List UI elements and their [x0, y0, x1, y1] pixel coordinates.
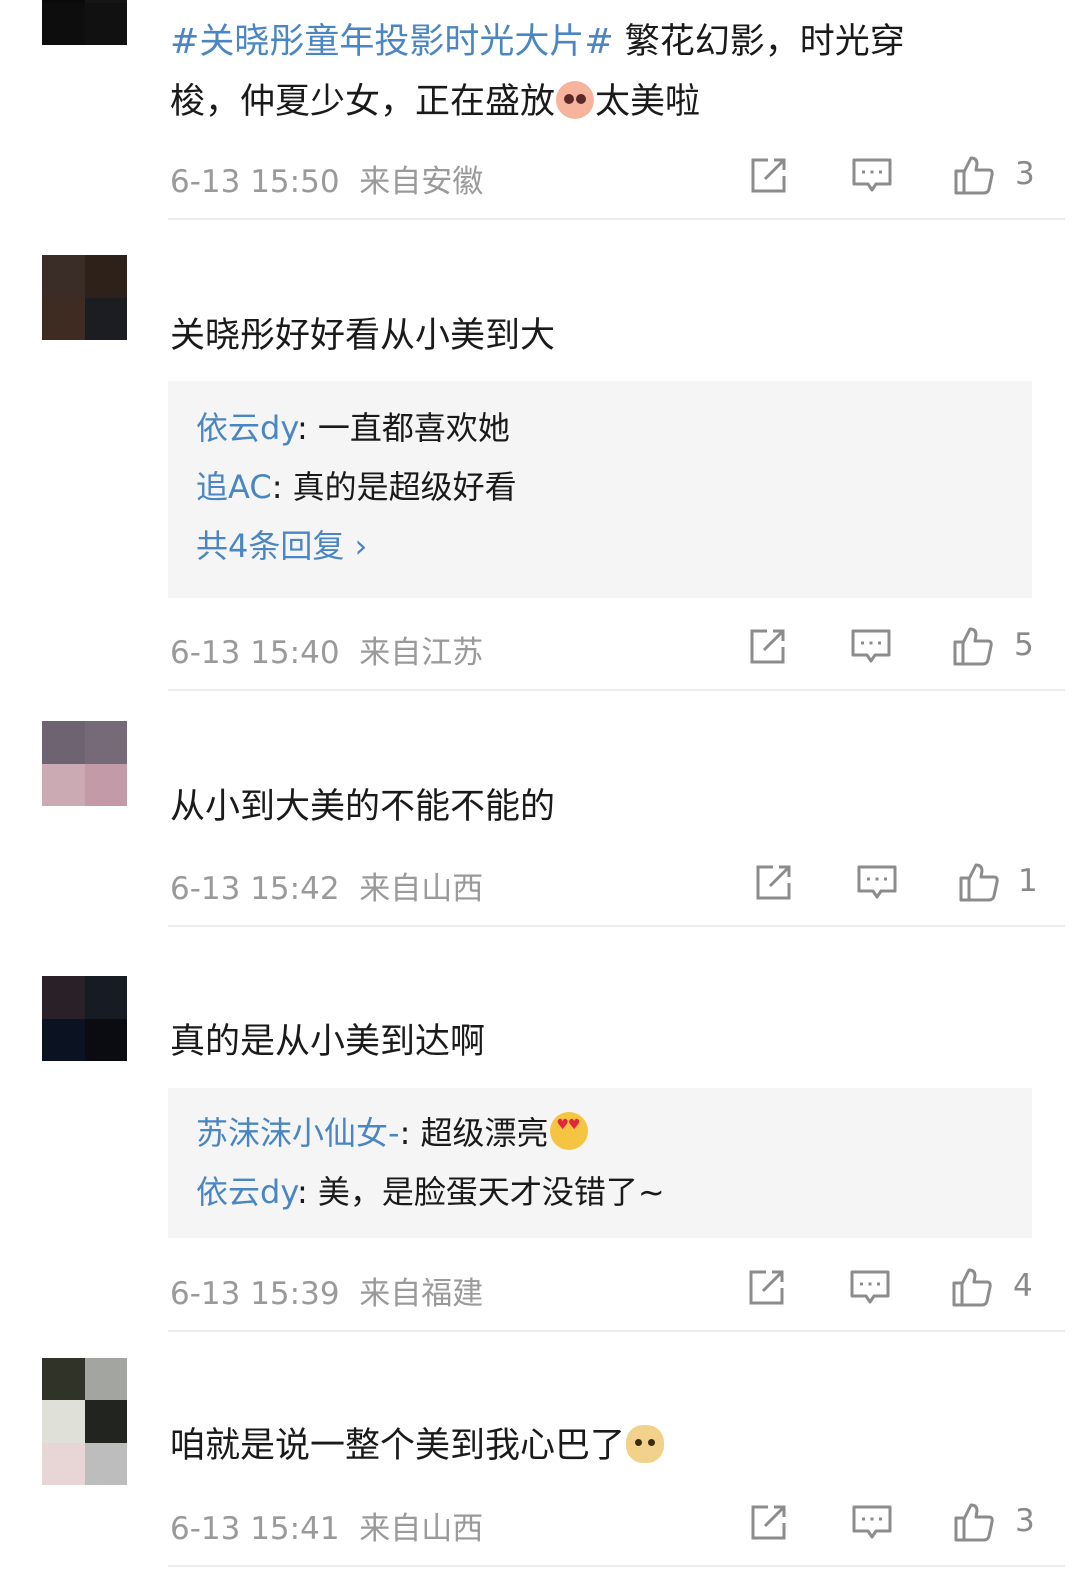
avatar[interactable] [42, 0, 127, 45]
emoji-icon [556, 81, 595, 119]
reply-item[interactable]: 追AC: 真的是超级好看 [196, 458, 1004, 517]
avatar[interactable] [42, 976, 127, 1061]
share-icon[interactable] [746, 1266, 788, 1308]
avatar-cell [84, 763, 127, 806]
avatar[interactable] [42, 721, 127, 806]
avatar-cell [42, 763, 85, 806]
avatar-cell [84, 1018, 127, 1061]
doge-emoji-icon [626, 1425, 665, 1463]
divider [168, 218, 1065, 220]
avatar[interactable] [42, 1358, 127, 1485]
comment-time: 6-13 15:42 来自山西 [170, 871, 484, 907]
avatar-cell [84, 255, 127, 298]
like-count: 4 [1013, 1268, 1033, 1304]
reply-username[interactable]: 依云dy [196, 409, 297, 447]
divider [168, 1330, 1065, 1332]
like-count: 3 [1015, 156, 1035, 192]
comment-text: #关晓彤童年投影时光大片# 繁花幻影，时光穿 梭，仲夏少女，正在盛放 太美啦 [170, 12, 1030, 132]
avatar-cell [84, 1442, 127, 1485]
comment-text: 关晓彤好好看从小美到大 [170, 316, 556, 356]
reply-text: : 超级漂亮 [399, 1114, 549, 1152]
reply-box[interactable]: 依云dy: 一直都喜欢她 追AC: 真的是超级好看 共4条回复 › [168, 381, 1032, 598]
divider [168, 689, 1065, 691]
comment-time: 6-13 15:40 来自江苏 [170, 635, 484, 671]
avatar-cell [42, 2, 85, 45]
comment-icon[interactable] [850, 625, 892, 667]
thumbs-up-icon[interactable] [953, 154, 995, 196]
avatar-cell [84, 1358, 127, 1401]
like-count: 3 [1015, 1503, 1035, 1539]
comment-time: 6-13 15:41 来自山西 [170, 1511, 484, 1547]
share-icon[interactable] [748, 1501, 790, 1543]
avatar-cell [42, 1400, 85, 1443]
reply-text: : 美，是脸蛋天才没错了~ [296, 1173, 665, 1211]
avatar-cell [84, 976, 127, 1019]
avatar-cell [84, 721, 127, 764]
thumbs-up-icon[interactable] [958, 861, 1000, 903]
comment-text: 从小到大美的不能不能的 [170, 787, 556, 827]
reply-username[interactable]: 苏沫沫小仙女- [196, 1114, 400, 1152]
comment-text: 真的是从小美到达啊 [170, 1022, 486, 1062]
avatar-cell [42, 1442, 85, 1485]
like-count: 1 [1018, 863, 1038, 899]
comment-time: 6-13 15:39 来自福建 [170, 1276, 484, 1312]
like-count: 5 [1014, 627, 1034, 663]
comment-meta: 6-13 15:40 来自江苏 5 [170, 621, 1034, 671]
avatar-cell [42, 1018, 85, 1061]
more-replies-link[interactable]: 共4条回复 › [196, 517, 1004, 576]
comment-text-part: 太美啦 [595, 82, 701, 122]
reply-username[interactable]: 追AC [196, 468, 272, 506]
avatar-cell [84, 297, 127, 340]
divider [168, 925, 1065, 927]
reply-item[interactable]: 依云dy: 美，是脸蛋天才没错了~ [196, 1163, 1004, 1222]
reply-item[interactable]: 依云dy: 一直都喜欢她 [196, 399, 1004, 458]
heart-eyes-emoji-icon [549, 1112, 588, 1150]
avatar-cell [42, 297, 85, 340]
comment-text-part: 繁花幻影，时光穿 [613, 22, 905, 62]
share-icon[interactable] [753, 861, 795, 903]
comment-icon[interactable] [851, 154, 893, 196]
thumbs-up-icon[interactable] [952, 625, 994, 667]
avatar-cell [84, 1400, 127, 1443]
comment-icon[interactable] [851, 1501, 893, 1543]
topic-link[interactable]: #关晓彤童年投影时光大片# [170, 22, 614, 62]
avatar[interactable] [42, 255, 127, 340]
reply-box[interactable]: 苏沫沫小仙女-: 超级漂亮 依云dy: 美，是脸蛋天才没错了~ [168, 1088, 1032, 1238]
avatar-cell [42, 976, 85, 1019]
comment-text-part: 梭，仲夏少女，正在盛放 [170, 82, 556, 122]
comment-text: 咱就是说一整个美到我心巴了 [170, 1416, 1030, 1476]
avatar-cell [42, 255, 85, 298]
reply-text: : 一直都喜欢她 [296, 409, 510, 447]
comment-meta: 6-13 15:42 来自山西 1 [170, 857, 1038, 907]
comment-icon[interactable] [849, 1266, 891, 1308]
comment-time: 6-13 15:50 来自安徽 [170, 164, 484, 200]
reply-text: : 真的是超级好看 [271, 468, 517, 506]
thumbs-up-icon[interactable] [953, 1501, 995, 1543]
share-icon[interactable] [747, 625, 789, 667]
reply-username[interactable]: 依云dy [196, 1173, 297, 1211]
comment-meta: 6-13 15:41 来自山西 3 [170, 1497, 1035, 1547]
reply-item[interactable]: 苏沫沫小仙女-: 超级漂亮 [196, 1104, 1004, 1163]
avatar-cell [42, 1358, 85, 1401]
share-icon[interactable] [748, 154, 790, 196]
comment-meta: 6-13 15:39 来自福建 4 [170, 1262, 1033, 1312]
avatar-cell [42, 721, 85, 764]
thumbs-up-icon[interactable] [951, 1266, 993, 1308]
comment-icon[interactable] [856, 861, 898, 903]
comment-meta: 6-13 15:50 来自安徽 3 [170, 150, 1035, 200]
comment-text-part: 咱就是说一整个美到我心巴了 [170, 1426, 626, 1466]
divider [168, 1565, 1065, 1567]
avatar-cell [84, 2, 127, 45]
